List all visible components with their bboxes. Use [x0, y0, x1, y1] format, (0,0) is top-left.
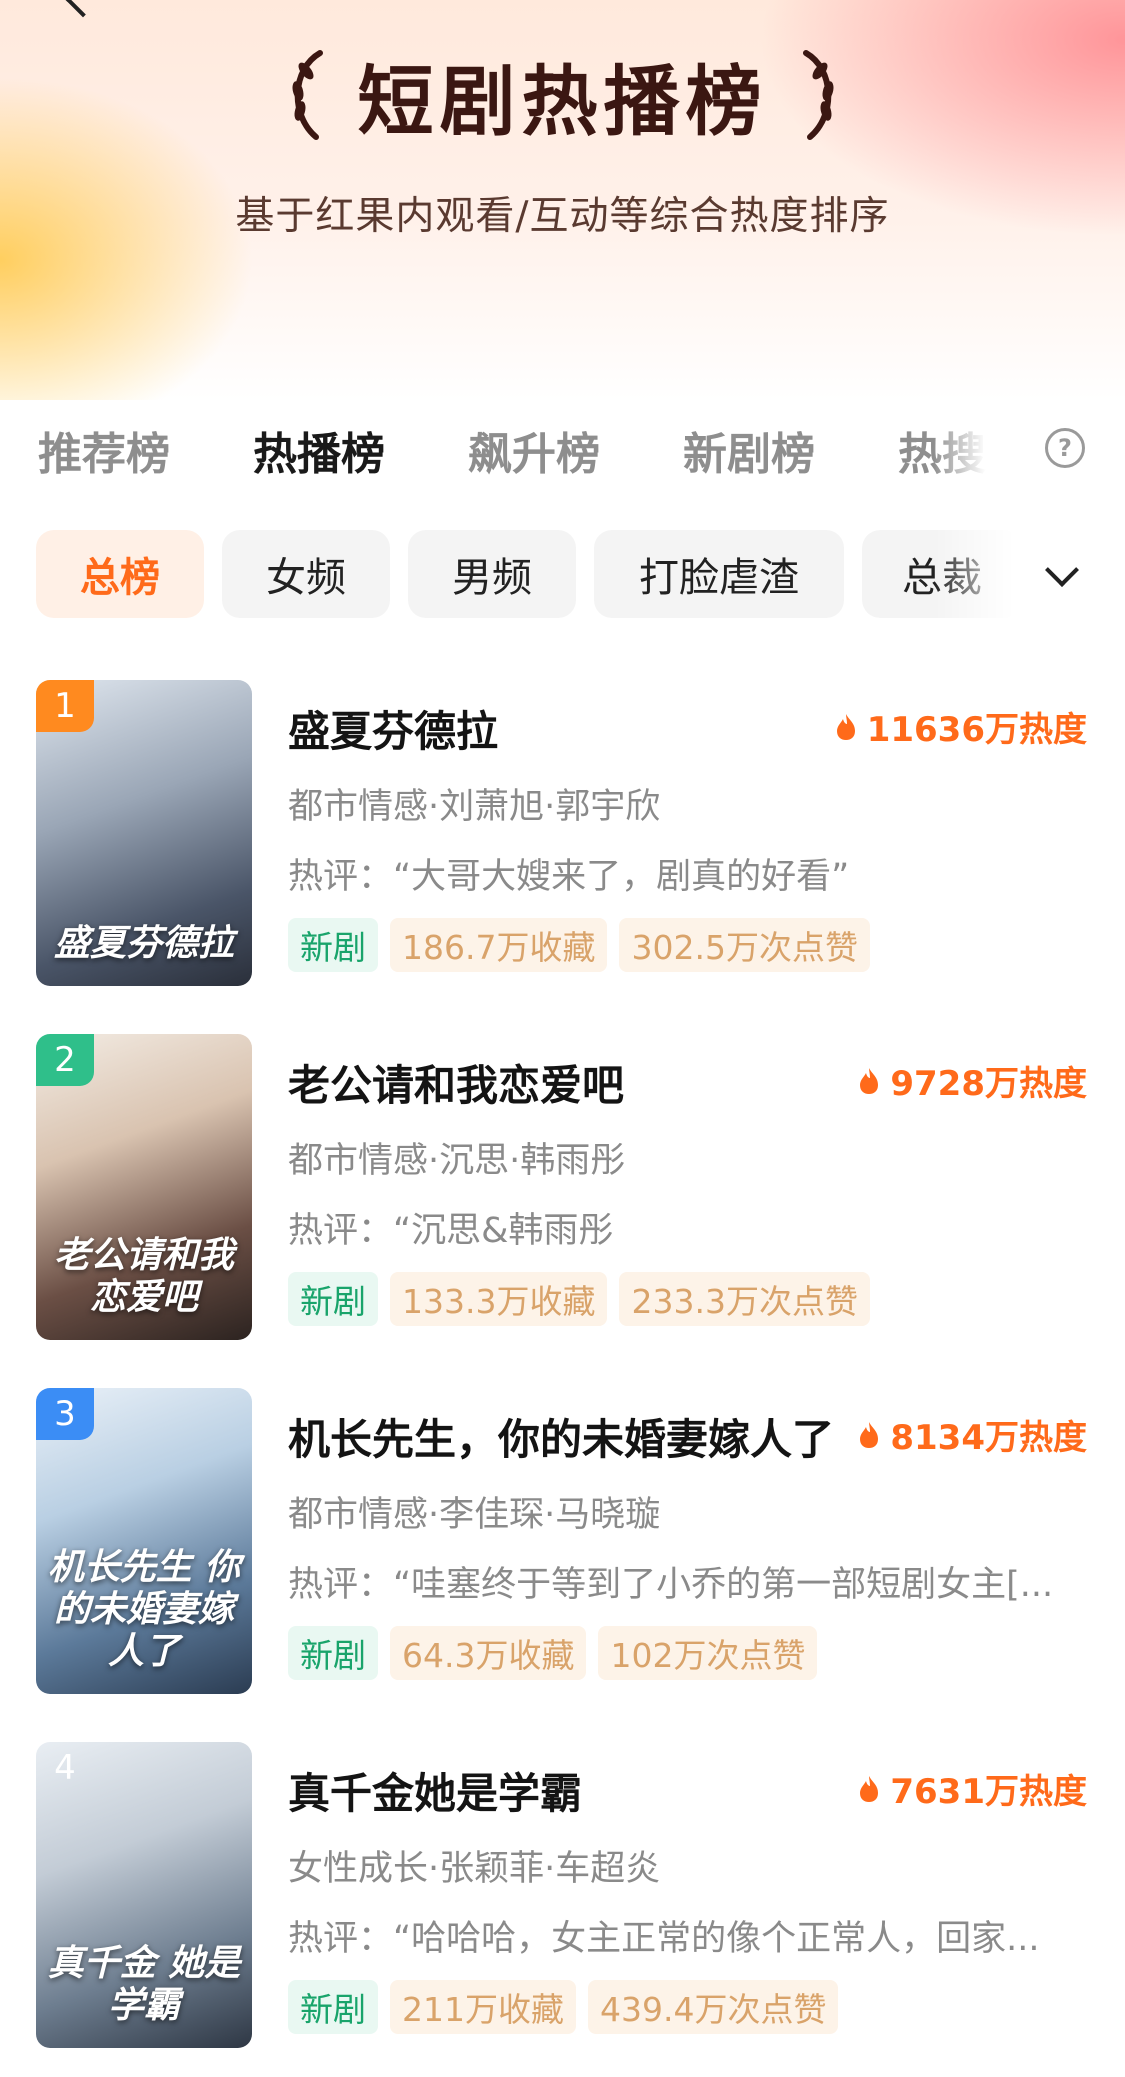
- ranking-tabs: 推荐榜 热播榜 飙升榜 新剧榜 热搜: [38, 418, 1098, 480]
- favorites-count: 211万收藏: [390, 1980, 576, 2034]
- drama-meta: 都市情感·沉思·韩雨彤: [288, 1141, 626, 1181]
- hot-review: 热评：“哈哈哈，女主正常的像个正常人，回家...: [288, 1919, 1040, 1959]
- new-badge: 新剧: [288, 1980, 378, 2034]
- heat-value: 9728万热度: [890, 1064, 1087, 1104]
- new-badge: 新剧: [288, 1626, 378, 1680]
- hot-review: 热评：“沉思&韩雨彤: [288, 1211, 614, 1251]
- list-item[interactable]: 3 机长先生 你的未婚妻嫁人了 机长先生，你的未婚妻嫁人了 8134万热度 都市…: [0, 1388, 1125, 1708]
- rank-badge: 4: [54, 1748, 76, 1788]
- heat-score: 9728万热度: [858, 1056, 1087, 1105]
- tab-recommend[interactable]: 推荐榜: [38, 418, 170, 482]
- poster-image[interactable]: 2 老公请和我恋爱吧: [36, 1034, 252, 1340]
- heat-score: 11636万热度: [835, 702, 1087, 751]
- laurel-left-icon: [292, 50, 323, 140]
- poster-title: 机长先生 你的未婚妻嫁人了: [47, 1546, 241, 1672]
- flame-icon: [860, 1775, 879, 1802]
- chevron-down-icon[interactable]: [1045, 553, 1079, 587]
- chip-female[interactable]: 女频: [222, 530, 390, 618]
- poster-image[interactable]: 3 机长先生 你的未婚妻嫁人了: [36, 1388, 252, 1694]
- likes-count: 233.3万次点赞: [619, 1272, 870, 1326]
- favorites-count: 64.3万收藏: [390, 1626, 587, 1680]
- flame-icon: [836, 713, 855, 740]
- likes-count: 439.4万次点赞: [588, 1980, 839, 2034]
- chip-all[interactable]: 总榜: [36, 530, 204, 618]
- poster-image[interactable]: 4 真千金 她是学霸: [36, 1742, 252, 2048]
- heat-score: 7631万热度: [858, 1764, 1087, 1813]
- tab-hot-play[interactable]: 热播榜: [253, 418, 385, 482]
- heat-value: 11636万热度: [866, 710, 1087, 750]
- tab-rising[interactable]: 飙升榜: [468, 418, 600, 482]
- laurel-right-icon: [802, 50, 833, 140]
- flame-icon: [860, 1421, 879, 1448]
- favorites-count: 186.7万收藏: [390, 918, 608, 972]
- tab-hot-search[interactable]: 热搜: [898, 418, 986, 482]
- likes-count: 102万次点赞: [598, 1626, 818, 1680]
- drama-meta: 都市情感·刘萧旭·郭宇欣: [288, 787, 661, 827]
- tag-row: 新剧 64.3万收藏 102万次点赞: [288, 1626, 818, 1680]
- list-item[interactable]: 4 真千金 她是学霸 真千金她是学霸 7631万热度 女性成长·张颖菲·车超炎 …: [0, 1742, 1125, 2062]
- flame-icon: [860, 1067, 879, 1094]
- heat-score: 8134万热度: [858, 1410, 1087, 1459]
- chip-ceo[interactable]: 总裁: [862, 530, 1022, 618]
- page-subtitle: 基于红果内观看/互动等综合热度排序: [235, 194, 890, 239]
- hot-review: 热评：“哇塞终于等到了小乔的第一部短剧女主[...: [288, 1565, 1054, 1605]
- help-icon[interactable]: ?: [1045, 428, 1085, 468]
- category-chips: 总榜 女频 男频 打脸虐渣 总裁: [36, 530, 1036, 618]
- rank-badge: 2: [36, 1034, 94, 1086]
- new-badge: 新剧: [288, 1272, 378, 1326]
- new-badge: 新剧: [288, 918, 378, 972]
- tab-new[interactable]: 新剧榜: [683, 418, 815, 482]
- title-row: 短剧热播榜: [0, 45, 1125, 146]
- drama-meta: 女性成长·张颖菲·车超炎: [288, 1849, 661, 1889]
- hot-review: 热评：“大哥大嫂来了，剧真的好看”: [288, 857, 850, 897]
- poster-title: 真千金 她是学霸: [47, 1942, 241, 2026]
- heat-value: 7631万热度: [890, 1772, 1087, 1812]
- list-item[interactable]: 2 老公请和我恋爱吧 老公请和我恋爱吧 9728万热度 都市情感·沉思·韩雨彤 …: [0, 1034, 1125, 1354]
- tag-row: 新剧 186.7万收藏 302.5万次点赞: [288, 918, 870, 972]
- list-item[interactable]: 1 盛夏芬德拉 盛夏芬德拉 11636万热度 都市情感·刘萧旭·郭宇欣 热评：“…: [0, 680, 1125, 1000]
- drama-title[interactable]: 机长先生，你的未婚妻嫁人了: [288, 1406, 834, 1467]
- rank-badge: 1: [36, 680, 94, 732]
- poster-image[interactable]: 1 盛夏芬德拉: [36, 680, 252, 986]
- likes-count: 302.5万次点赞: [619, 918, 870, 972]
- rank-badge: 3: [36, 1388, 94, 1440]
- drama-meta: 都市情感·李佳琛·马晓璇: [288, 1495, 661, 1535]
- tag-row: 新剧 211万收藏 439.4万次点赞: [288, 1980, 839, 2034]
- drama-title[interactable]: 真千金她是学霸: [288, 1760, 582, 1821]
- page-title: 短剧热播榜: [357, 57, 768, 146]
- heat-value: 8134万热度: [890, 1418, 1087, 1458]
- chip-male[interactable]: 男频: [408, 530, 576, 618]
- tag-row: 新剧 133.3万收藏 233.3万次点赞: [288, 1272, 870, 1326]
- favorites-count: 133.3万收藏: [390, 1272, 608, 1326]
- chip-revenge[interactable]: 打脸虐渣: [594, 530, 844, 618]
- drama-title[interactable]: 盛夏芬德拉: [288, 698, 498, 759]
- poster-title: 盛夏芬德拉: [53, 922, 234, 964]
- drama-title[interactable]: 老公请和我恋爱吧: [288, 1052, 624, 1113]
- poster-title: 老公请和我恋爱吧: [53, 1234, 234, 1318]
